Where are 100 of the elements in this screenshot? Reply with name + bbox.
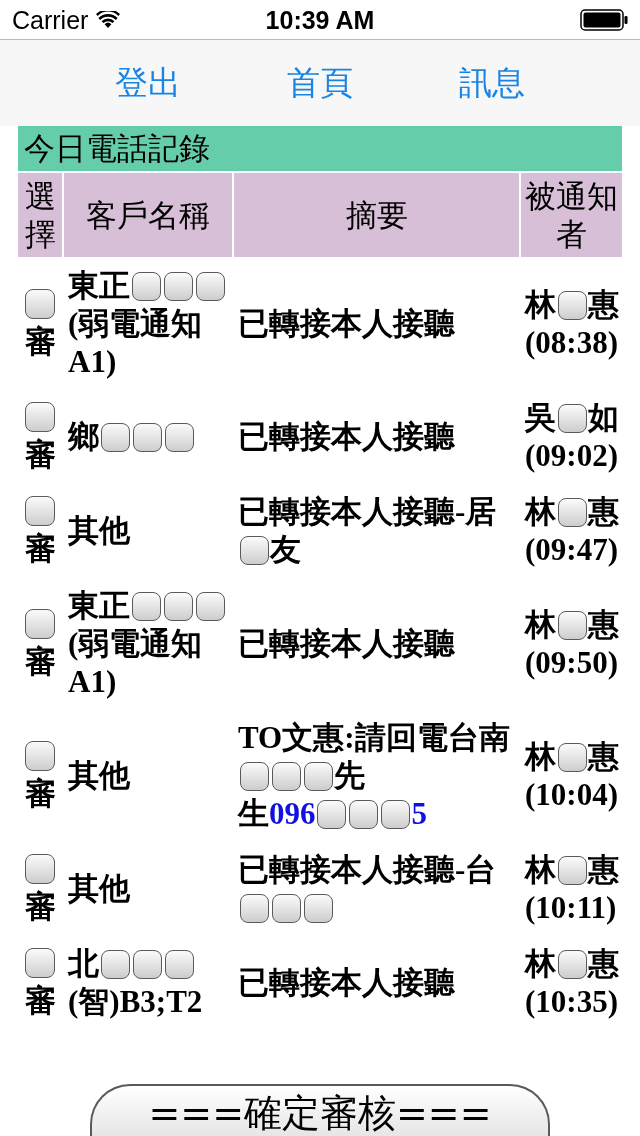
redaction-icon <box>131 271 161 301</box>
redaction-icon <box>557 610 587 640</box>
redaction-icon <box>317 799 346 829</box>
customer-name: 其他 <box>68 870 130 908</box>
notifier-name: 惠 <box>588 738 619 776</box>
redaction-icon <box>239 535 269 565</box>
checkbox[interactable] <box>25 854 55 884</box>
call-time: (10:11) <box>525 889 617 927</box>
notifier-name: 惠 <box>588 945 619 983</box>
redaction-icon <box>557 290 587 320</box>
notifier-name: 吳 <box>525 399 556 437</box>
summary-text: 生 <box>238 795 269 833</box>
checkbox-label: 審 <box>24 530 56 568</box>
summary-text: 先 <box>334 757 365 795</box>
customer-name: A1) <box>68 343 117 381</box>
redaction-icon <box>557 855 587 885</box>
redaction-icon <box>131 591 161 621</box>
column-header: 被通知者 <box>521 173 622 257</box>
summary-text: 已轉接本人接聽 <box>238 305 455 343</box>
table-title: 今日電話記錄 <box>18 126 622 171</box>
phone-number-link[interactable]: 096 <box>269 795 316 833</box>
notifier-name: 林 <box>525 851 556 889</box>
notifier-name: 林 <box>525 945 556 983</box>
call-time: (09:50) <box>525 644 618 682</box>
customer-name: (弱電通知 <box>68 305 203 343</box>
checkbox[interactable] <box>25 289 55 319</box>
customer-name: 東正 <box>68 267 130 305</box>
redaction-icon <box>381 799 410 829</box>
notifier-name: 惠 <box>588 606 619 644</box>
customer-name: 鄉 <box>68 418 99 456</box>
battery-icon <box>580 8 628 31</box>
redaction-icon <box>557 742 587 772</box>
notifier-name: 林 <box>525 738 556 776</box>
carrier-name: Carrier <box>12 4 89 35</box>
redaction-icon <box>195 591 225 621</box>
notifier-name: 惠 <box>588 493 619 531</box>
checkbox[interactable] <box>25 402 55 432</box>
checkbox[interactable] <box>25 948 55 978</box>
redaction-icon <box>239 893 269 923</box>
customer-name: A1) <box>68 663 117 701</box>
notifier-name: 林 <box>525 493 556 531</box>
nav-link[interactable]: 訊息 <box>459 63 525 103</box>
redaction-icon <box>557 949 587 979</box>
redaction-icon <box>163 271 193 301</box>
checkbox-label: 審 <box>24 888 56 926</box>
redaction-icon <box>163 591 193 621</box>
redaction-icon <box>100 949 130 979</box>
summary-text: 已轉接本人接聽-台 <box>238 851 497 889</box>
column-header: 摘要 <box>234 173 519 257</box>
checkbox-label: 審 <box>24 436 56 474</box>
checkbox-label: 審 <box>24 982 56 1020</box>
wifi-icon <box>96 10 121 29</box>
redaction-icon <box>271 893 301 923</box>
call-time: (10:35) <box>525 983 618 1021</box>
checkbox-label: 審 <box>24 643 56 681</box>
call-time: (09:02) <box>525 437 618 475</box>
redaction-icon <box>303 893 333 923</box>
customer-name: 北 <box>68 945 99 983</box>
redaction-icon <box>271 761 301 791</box>
summary-text: TO文惠:請回電台南 <box>238 719 510 757</box>
notifier-name: 惠 <box>588 851 619 889</box>
redaction-icon <box>164 422 194 452</box>
redaction-icon <box>100 422 130 452</box>
phone-number-link[interactable]: 5 <box>411 795 427 833</box>
redaction-icon <box>303 761 333 791</box>
customer-name: (智)B3;T2 <box>68 983 203 1021</box>
status-time: 10:39 AM <box>265 4 375 35</box>
checkbox-label: 審 <box>24 775 56 813</box>
checkbox[interactable] <box>25 496 55 526</box>
customer-name: 其他 <box>68 512 130 550</box>
redaction-icon <box>132 949 162 979</box>
summary-text: 已轉接本人接聽 <box>238 964 455 1002</box>
notifier-name: 惠 <box>588 286 619 324</box>
summary-text: 已轉接本人接聽 <box>238 625 455 663</box>
checkbox[interactable] <box>25 741 55 771</box>
redaction-icon <box>164 949 194 979</box>
redaction-icon <box>239 761 269 791</box>
confirm-review-button[interactable]: ===確定審核=== <box>90 1084 550 1136</box>
redaction-icon <box>132 422 162 452</box>
call-time: (08:38) <box>525 324 618 362</box>
checkbox-label: 審 <box>24 323 56 361</box>
redaction-icon <box>557 497 587 527</box>
redaction-icon <box>349 799 378 829</box>
notifier-name: 如 <box>588 399 619 437</box>
nav-link[interactable]: 登出 <box>115 63 181 103</box>
customer-name: 東正 <box>68 587 130 625</box>
summary-text: 已轉接本人接聽-居 <box>238 493 497 531</box>
redaction-icon <box>195 271 225 301</box>
summary-text: 友 <box>270 531 301 569</box>
redaction-icon <box>557 403 587 433</box>
customer-name: 其他 <box>68 757 130 795</box>
notifier-name: 林 <box>525 286 556 324</box>
customer-name: (弱電通知 <box>68 625 203 663</box>
column-header: 選擇 <box>18 173 62 257</box>
notifier-name: 林 <box>525 606 556 644</box>
call-time: (09:47) <box>525 531 618 569</box>
call-time: (10:04) <box>525 776 618 814</box>
column-header: 客戶名稱 <box>64 173 232 257</box>
checkbox[interactable] <box>25 609 55 639</box>
nav-link[interactable]: 首頁 <box>287 63 353 103</box>
